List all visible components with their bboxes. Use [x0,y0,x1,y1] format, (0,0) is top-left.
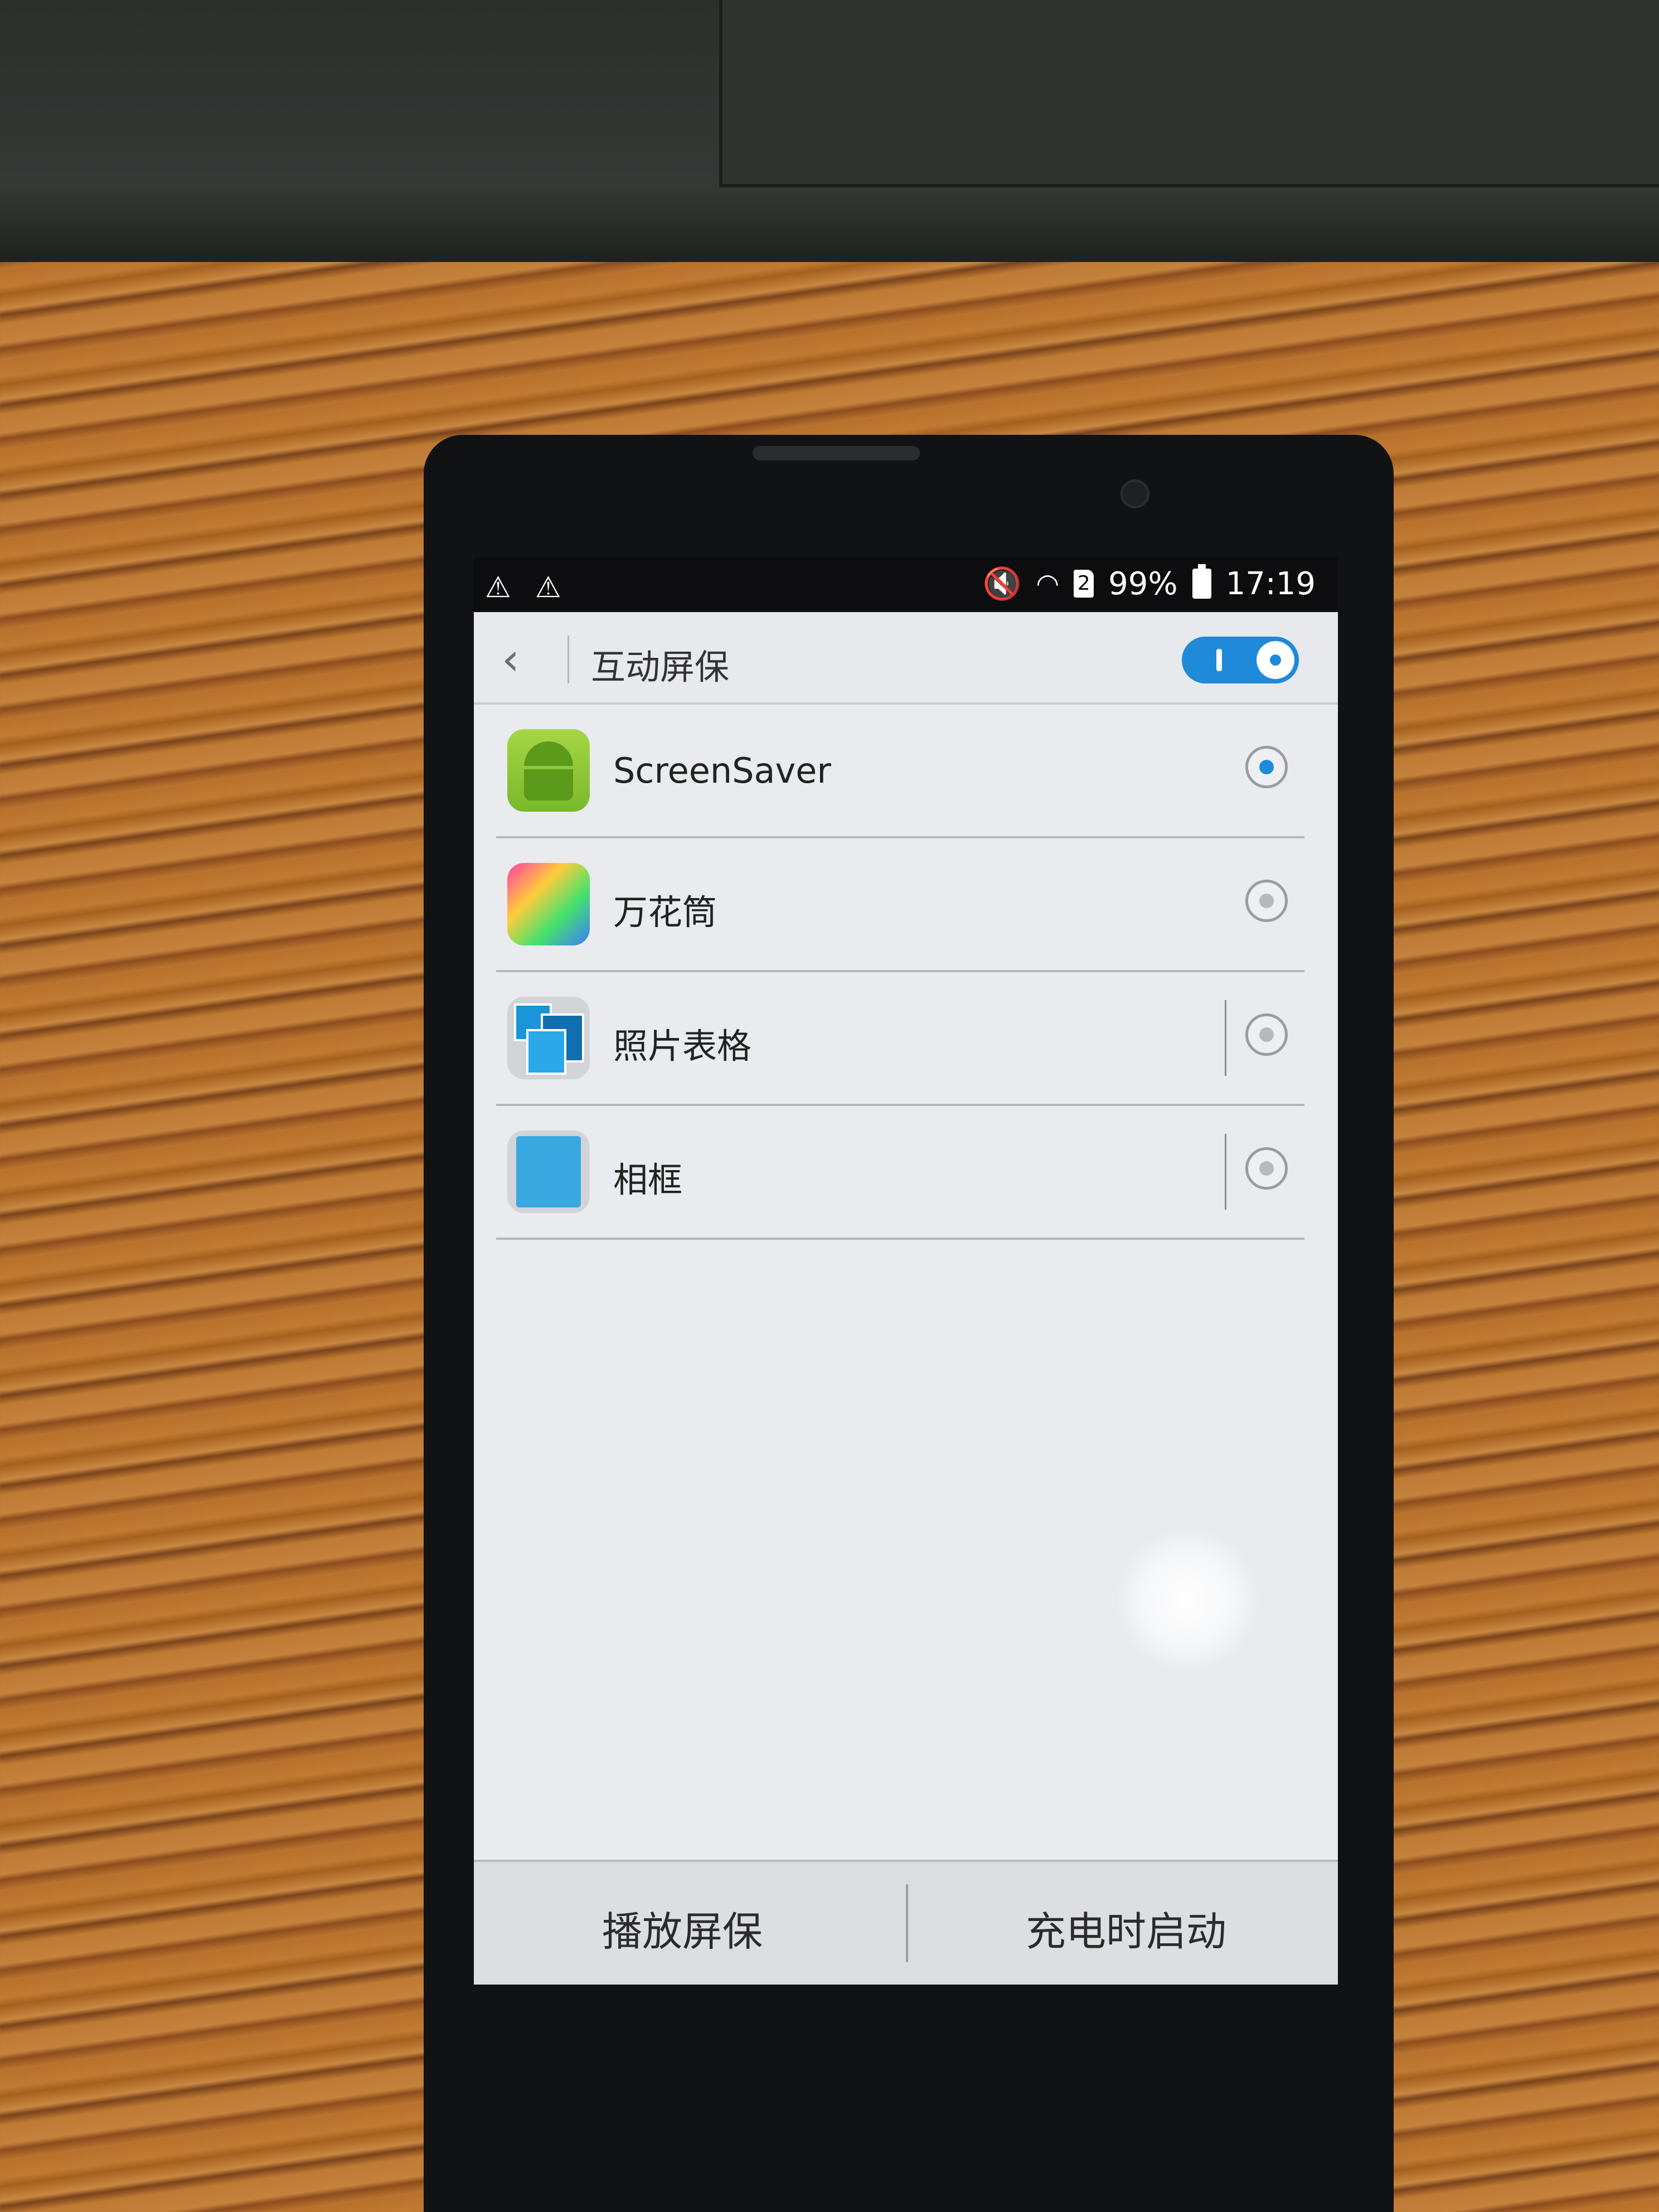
app-header: ‹ 互动屏保 [474,612,1338,705]
radio-button-selected[interactable] [1245,746,1288,788]
bottom-action-bar: 播放屏保 充电时启动 [474,1860,1338,1985]
battery-percent: 99% [1108,565,1178,602]
screensaver-list: ScreenSaver 万花筒 照片表格 相框 [474,705,1338,1240]
mute-icon: 🔇 [982,566,1022,602]
phone-screen: ⚠ ⚠ 🔇 ◠ 2 99% 17:19 ‹ 互动屏保 ScreenSaver 万… [474,557,1338,1985]
radio-button[interactable] [1245,880,1288,922]
list-item-label: 照片表格 [613,1026,752,1066]
phone-body: ⚠ ⚠ 🔇 ◠ 2 99% 17:19 ‹ 互动屏保 ScreenSaver 万… [424,435,1394,2212]
back-chevron-icon[interactable]: ‹ [502,633,520,685]
start-on-charge-button[interactable]: 充电时启动 [1026,1899,1226,1957]
warning-icon: ⚠ [535,571,561,604]
toggle-on-mark [1216,649,1222,671]
radio-button[interactable] [1245,1147,1288,1190]
toggle-knob [1257,641,1294,679]
list-item-photo-frame[interactable]: 相框 [496,1106,1304,1240]
list-item-photo-table[interactable]: 照片表格 [496,972,1304,1106]
kaleidoscope-icon [507,863,590,945]
list-item-label: ScreenSaver [613,750,831,791]
clock: 17:19 [1225,565,1316,602]
background-trackpad [719,0,1659,187]
radio-button[interactable] [1245,1013,1288,1056]
battery-icon [1192,564,1211,599]
front-camera [1120,479,1149,508]
settings-divider [1225,1134,1226,1210]
bottom-divider [906,1884,908,1962]
screen-glare [1115,1527,1260,1672]
screensaver-toggle[interactable] [1182,637,1299,683]
list-item-label: 相框 [613,1160,683,1200]
play-screensaver-button[interactable]: 播放屏保 [602,1899,763,1957]
list-item-label: 万花筒 [613,892,717,933]
status-bar: ⚠ ⚠ 🔇 ◠ 2 99% 17:19 [474,557,1338,612]
page-title: 互动屏保 [591,647,730,687]
photo-frame-icon [507,1131,590,1213]
list-item-kaleidoscope[interactable]: 万花筒 [496,838,1304,972]
photo-table-icon [507,997,590,1079]
android-icon [507,729,590,812]
wifi-icon: ◠ [1036,568,1060,599]
background-keyboard [0,0,1659,262]
earpiece [753,446,920,460]
sim-icon: 2 [1074,570,1094,598]
settings-divider [1225,1000,1226,1076]
list-item-screensaver[interactable]: ScreenSaver [496,705,1304,838]
header-divider [567,636,569,683]
warning-icon: ⚠ [485,571,511,604]
